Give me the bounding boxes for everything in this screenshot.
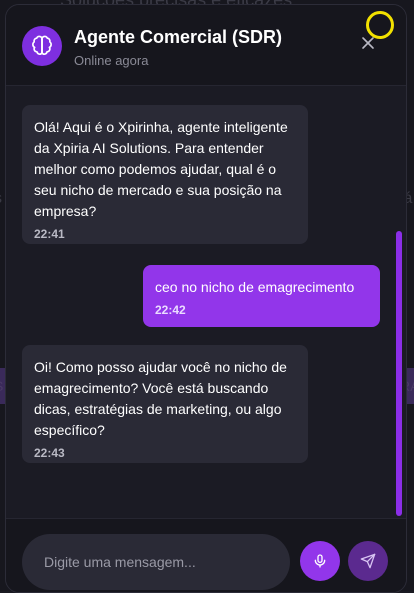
online-status: Online agora	[74, 53, 148, 68]
background-fragment: s	[0, 190, 2, 208]
close-icon	[361, 36, 375, 50]
composer	[6, 518, 406, 593]
bot-message: Olá! Aqui é o Xpirinha, agente inteligen…	[22, 105, 308, 244]
background-fragment: S	[0, 378, 3, 394]
close-button[interactable]	[358, 33, 378, 53]
message-text: Oi! Como posso ajudar você no nicho de e…	[34, 359, 287, 438]
send-icon	[360, 553, 376, 569]
microphone-icon	[312, 553, 328, 569]
send-button[interactable]	[348, 541, 388, 581]
bot-message: Oi! Como posso ajudar você no nicho de e…	[22, 345, 308, 463]
message-time: 22:41	[34, 224, 296, 245]
brain-icon	[31, 35, 53, 57]
chat-widget: Agente Comercial (SDR) Online agora Olá!…	[5, 4, 407, 593]
message-time: 22:43	[34, 443, 296, 464]
message-text: ceo no nicho de emagrecimento	[155, 279, 354, 295]
microphone-button[interactable]	[300, 541, 340, 581]
message-time: 22:42	[155, 300, 368, 321]
message-input[interactable]	[22, 534, 290, 590]
message-text: Olá! Aqui é o Xpirinha, agente inteligen…	[34, 119, 288, 219]
chat-header: Agente Comercial (SDR) Online agora	[6, 5, 406, 86]
message-input-wrapper	[22, 534, 290, 590]
user-message: ceo no nicho de emagrecimento 22:42	[143, 265, 380, 327]
chat-title: Agente Comercial (SDR)	[74, 27, 282, 48]
message-scrollbar[interactable]	[396, 231, 402, 516]
agent-avatar	[22, 26, 62, 66]
